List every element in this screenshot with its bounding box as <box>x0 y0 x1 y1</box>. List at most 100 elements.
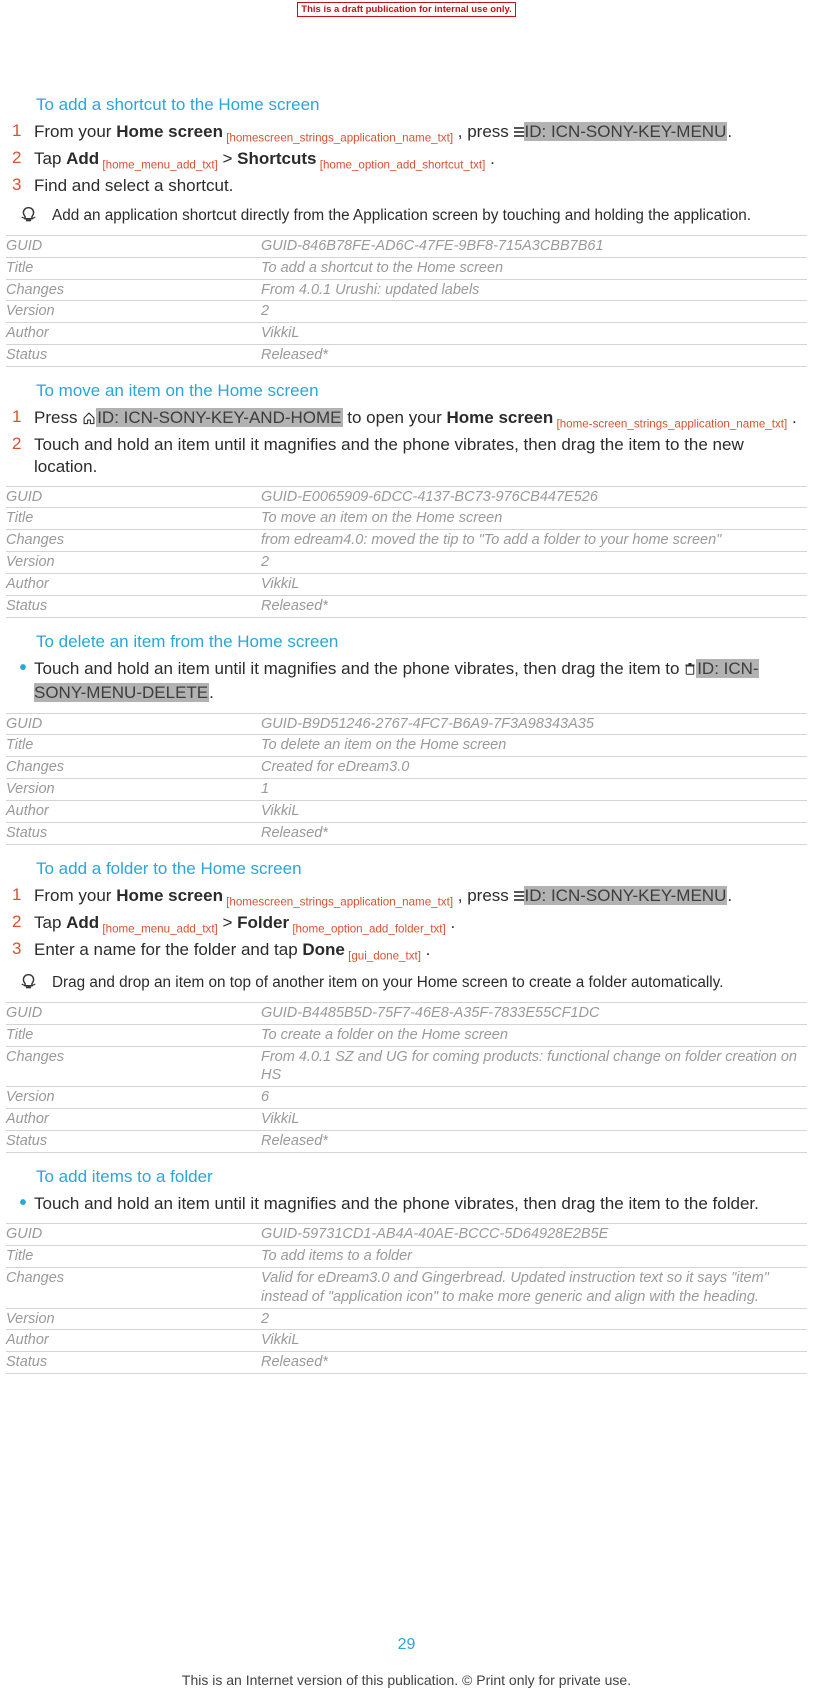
meta-key: Status <box>6 345 261 367</box>
meta-value: 2 <box>261 552 807 574</box>
page-number: 29 <box>0 1636 813 1654</box>
meta-value: To add items to a folder <box>261 1246 807 1268</box>
meta-key: Changes <box>6 1267 261 1308</box>
bullet-icon: • <box>6 658 34 678</box>
metadata-table: GUIDGUID-59731CD1-AB4A-40AE-BCCC-5D64928… <box>6 1223 807 1374</box>
tip-icon <box>18 973 52 990</box>
meta-value: from edream4.0: moved the tip to "To add… <box>261 530 807 552</box>
string-tag: [home_option_add_shortcut_txt] <box>317 159 486 172</box>
meta-key: Author <box>6 323 261 345</box>
home-icon <box>82 409 96 431</box>
meta-value: VikkiL <box>261 1330 807 1352</box>
meta-value: To move an item on the Home screen <box>261 508 807 530</box>
meta-key: GUID <box>6 486 261 508</box>
meta-key: Version <box>6 779 261 801</box>
meta-value: Released* <box>261 345 807 367</box>
step-text: Press ID: ICN-SONY-KEY-AND-HOME to open … <box>34 407 807 432</box>
meta-value: VikkiL <box>261 800 807 822</box>
tip-text: Drag and drop an item on top of another … <box>52 973 807 994</box>
step-number: 3 <box>6 939 34 959</box>
section-heading: To delete an item from the Home screen <box>36 632 807 652</box>
meta-value: VikkiL <box>261 323 807 345</box>
section-heading: To add a folder to the Home screen <box>36 859 807 879</box>
meta-value: 1 <box>261 779 807 801</box>
step-text: From your Home screen [homescreen_string… <box>34 121 807 146</box>
string-tag: [homescreen_strings_application_name_txt… <box>223 895 453 908</box>
meta-value: GUID-B4485B5D-75F7-46E8-A35F-7833E55CF1D… <box>261 1002 807 1024</box>
meta-key: Status <box>6 595 261 617</box>
step-text: Tap Add [home_menu_add_txt] > Folder [ho… <box>34 912 807 937</box>
meta-value: VikkiL <box>261 1109 807 1131</box>
meta-value: Created for eDream3.0 <box>261 757 807 779</box>
meta-value: Released* <box>261 595 807 617</box>
string-tag: [home_menu_add_txt] <box>99 922 218 935</box>
meta-key: GUID <box>6 1002 261 1024</box>
meta-key: Version <box>6 1308 261 1330</box>
meta-key: Author <box>6 1330 261 1352</box>
meta-value: To create a folder on the Home screen <box>261 1024 807 1046</box>
meta-key: Author <box>6 573 261 595</box>
step-number: 2 <box>6 434 34 454</box>
metadata-table: GUIDGUID-B9D51246-2767-4FC7-B6A9-7F3A983… <box>6 713 807 845</box>
section-heading: To add items to a folder <box>36 1167 807 1187</box>
meta-key: Version <box>6 301 261 323</box>
bullet-text: Touch and hold an item until it magnifie… <box>34 1193 807 1215</box>
bullet-item: • Touch and hold an item until it magnif… <box>6 1193 807 1215</box>
metadata-table: GUIDGUID-846B78FE-AD6C-47FE-9BF8-715A3CB… <box>6 235 807 367</box>
meta-value: Released* <box>261 1352 807 1374</box>
meta-key: Status <box>6 1352 261 1374</box>
meta-value: From 4.0.1 Urushi: updated labels <box>261 279 807 301</box>
page-footer: 29 This is an Internet version of this p… <box>0 1636 813 1688</box>
meta-value: To add a shortcut to the Home screen <box>261 257 807 279</box>
meta-key: Title <box>6 508 261 530</box>
meta-key: Title <box>6 257 261 279</box>
meta-value: GUID-59731CD1-AB4A-40AE-BCCC-5D64928E2B5… <box>261 1224 807 1246</box>
meta-value: Released* <box>261 822 807 844</box>
meta-key: Title <box>6 1024 261 1046</box>
meta-key: Author <box>6 1109 261 1131</box>
step-number: 2 <box>6 912 34 932</box>
meta-value: VikkiL <box>261 573 807 595</box>
meta-key: Title <box>6 735 261 757</box>
step-text: Find and select a shortcut. <box>34 175 807 197</box>
meta-value: 2 <box>261 301 807 323</box>
meta-key: Version <box>6 552 261 574</box>
meta-key: Changes <box>6 530 261 552</box>
steps-list: 1 Press ID: ICN-SONY-KEY-AND-HOME to ope… <box>6 407 807 478</box>
tip: Add an application shortcut directly fro… <box>18 206 807 227</box>
step-text: Enter a name for the folder and tap Done… <box>34 939 807 964</box>
section-heading: To add a shortcut to the Home screen <box>36 95 807 115</box>
meta-value: Valid for eDream3.0 and Gingerbread. Upd… <box>261 1267 807 1308</box>
tip-text: Add an application shortcut directly fro… <box>52 206 807 227</box>
draft-banner: This is a draft publication for internal… <box>297 2 515 17</box>
meta-value: GUID-B9D51246-2767-4FC7-B6A9-7F3A98343A3… <box>261 713 807 735</box>
resource-id: ID: ICN-SONY-KEY-MENU <box>524 122 728 141</box>
document-page: This is a draft publication for internal… <box>0 2 813 1703</box>
meta-value: To delete an item on the Home screen <box>261 735 807 757</box>
meta-value: From 4.0.1 SZ and UG for coming products… <box>261 1046 807 1087</box>
step-text: Touch and hold an item until it magnifie… <box>34 434 807 478</box>
meta-key: Changes <box>6 757 261 779</box>
string-tag: [gui_done_txt] <box>345 949 421 962</box>
meta-value: GUID-E0065909-6DCC-4137-BC73-976CB447E52… <box>261 486 807 508</box>
step-number: 2 <box>6 148 34 168</box>
step-number: 1 <box>6 885 34 905</box>
string-tag: [home-screen_strings_application_name_tx… <box>553 417 787 430</box>
metadata-table: GUIDGUID-B4485B5D-75F7-46E8-A35F-7833E55… <box>6 1002 807 1153</box>
resource-id: ID: ICN-SONY-KEY-MENU <box>524 886 728 905</box>
meta-key: GUID <box>6 713 261 735</box>
step-number: 1 <box>6 407 34 427</box>
section-heading: To move an item on the Home screen <box>36 381 807 401</box>
menu-icon <box>514 887 524 909</box>
meta-value: 6 <box>261 1087 807 1109</box>
meta-key: GUID <box>6 235 261 257</box>
string-tag: [home_menu_add_txt] <box>99 159 218 172</box>
bullet-text: Touch and hold an item until it magnifie… <box>34 658 807 705</box>
menu-icon <box>514 123 524 145</box>
meta-value: Released* <box>261 1130 807 1152</box>
bullet-item: • Touch and hold an item until it magnif… <box>6 658 807 705</box>
meta-key: GUID <box>6 1224 261 1246</box>
step-text: From your Home screen [homescreen_string… <box>34 885 807 910</box>
step-number: 3 <box>6 175 34 195</box>
meta-key: Author <box>6 800 261 822</box>
